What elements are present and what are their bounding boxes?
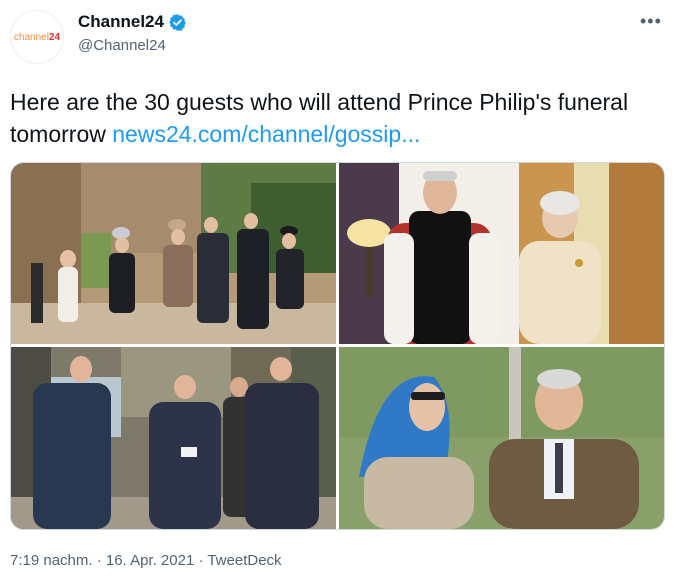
tweet-text: Here are the 30 guests who will attend P… — [10, 86, 660, 150]
logo-text-channel: channel — [13, 31, 49, 43]
photo-queen-philip[interactable] — [339, 347, 664, 529]
photo-archbishop-queen[interactable] — [339, 163, 664, 344]
avatar[interactable]: channel 24 — [10, 10, 64, 64]
photo-royals-outdoor[interactable] — [11, 347, 336, 529]
author-name-row[interactable]: Channel24 — [78, 12, 187, 32]
author-handle[interactable]: @Channel24 — [78, 37, 166, 54]
tweet-card: channel 24 Channel24 @Channel24 ••• Here … — [0, 0, 680, 584]
photo-royals-walking[interactable] — [11, 163, 336, 344]
tweet-link[interactable]: news24.com/channel/gossip... — [112, 121, 420, 147]
media-grid — [10, 162, 665, 530]
verified-badge-icon — [169, 13, 186, 31]
display-name[interactable]: Channel24 — [78, 12, 164, 32]
tweet-timestamp[interactable]: 7:19 nachm. · 16. Apr. 2021 · TweetDeck — [10, 552, 282, 569]
more-horizontal-icon[interactable]: ••• — [640, 12, 662, 30]
logo-text-24: 24 — [48, 31, 61, 43]
